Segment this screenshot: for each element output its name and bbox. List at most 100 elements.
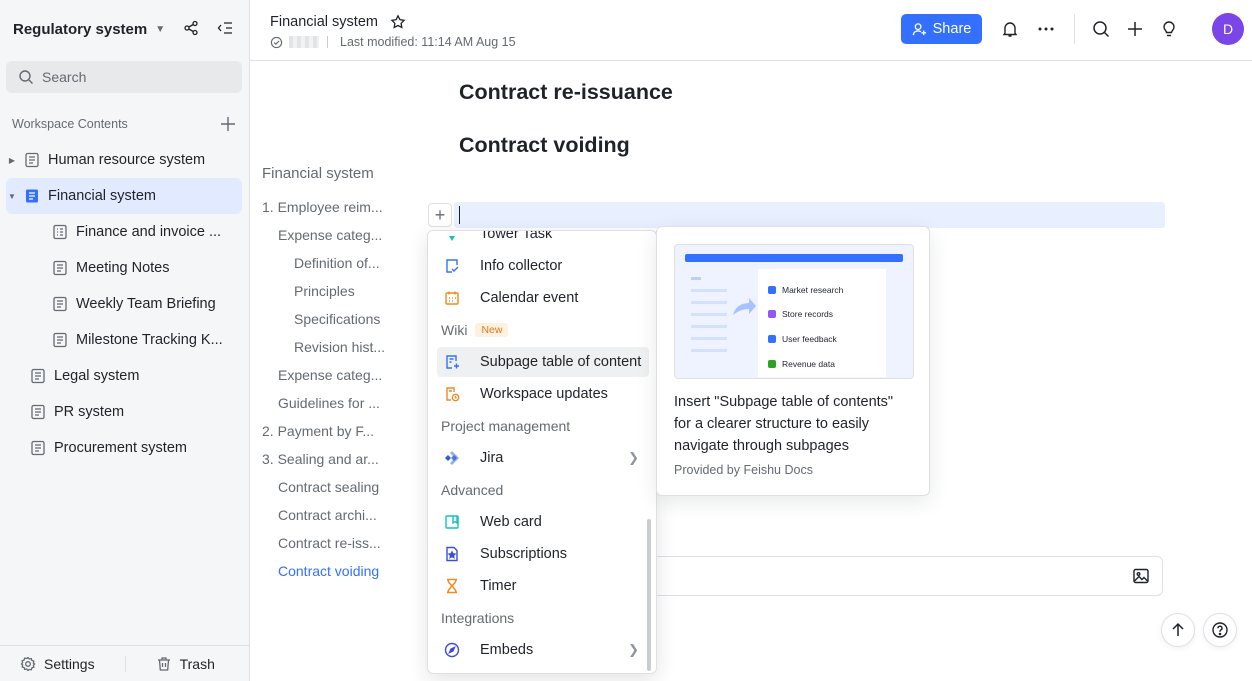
- menu-item-info-collector[interactable]: Info collector: [437, 251, 649, 281]
- share-nodes-icon[interactable]: [181, 18, 201, 38]
- workspace-switcher[interactable]: Regulatory system ▼: [13, 16, 165, 42]
- preview-illustration: Market research Store records User feedb…: [674, 244, 914, 379]
- outline-item[interactable]: 2. Payment by F...: [262, 417, 392, 445]
- menu-group-wiki: Wiki New: [441, 322, 509, 338]
- avatar[interactable]: D: [1212, 13, 1244, 45]
- settings-button[interactable]: Settings: [20, 656, 95, 672]
- preview-description: Insert "Subpage table of contents" for a…: [674, 394, 894, 454]
- scroll-top-button[interactable]: [1161, 613, 1195, 647]
- menu-item-jira[interactable]: Jira ❯: [437, 443, 649, 473]
- outline-item[interactable]: Contract archi...: [262, 501, 392, 529]
- insert-block-button[interactable]: +: [428, 203, 452, 227]
- preview-row: Revenue data: [768, 359, 835, 369]
- menu-item-label: Web card: [480, 514, 542, 530]
- plus-icon[interactable]: [1125, 19, 1145, 39]
- help-icon: [1212, 622, 1228, 638]
- jira-icon: [443, 449, 461, 467]
- tree-item-label: Milestone Tracking K...: [76, 332, 223, 348]
- doc-icon: [53, 296, 67, 312]
- outline-item[interactable]: Specifications: [262, 305, 392, 333]
- outline-item[interactable]: Contract sealing: [262, 473, 392, 501]
- trash-icon: [157, 656, 170, 671]
- workspace-title: Regulatory system: [13, 20, 148, 38]
- menu-item-workspace-updates[interactable]: Workspace updates: [437, 379, 649, 409]
- tree-item-financial[interactable]: ▼ Financial system: [6, 178, 242, 214]
- menu-item-tower-task[interactable]: Tower Task: [437, 230, 649, 249]
- tree-item-procurement[interactable]: Procurement system: [6, 430, 242, 466]
- insert-block-menu: Tower Task Info collector Calendar event…: [427, 230, 657, 674]
- preview-line: [691, 277, 701, 280]
- comment-input[interactable]: [650, 556, 1163, 596]
- outline-item[interactable]: Guidelines for ...: [262, 389, 392, 417]
- square-icon: [768, 335, 776, 343]
- menu-scrollbar[interactable]: [647, 519, 651, 671]
- add-page-icon[interactable]: [218, 114, 238, 134]
- tree-item-finance-invoice[interactable]: Finance and invoice ...: [6, 214, 242, 250]
- search-icon[interactable]: [1091, 19, 1111, 39]
- footer-divider: [124, 655, 126, 672]
- tree-item-pr[interactable]: PR system: [6, 394, 242, 430]
- tree-item-label: Human resource system: [48, 152, 206, 168]
- preview-line: [691, 325, 727, 328]
- collapse-sidebar-icon[interactable]: [215, 18, 235, 38]
- item-preview-card: Market research Store records User feedb…: [656, 226, 930, 496]
- outline-item[interactable]: Definition of...: [262, 249, 392, 277]
- menu-item-subpage-toc[interactable]: Subpage table of content: [437, 347, 649, 377]
- preview-source: Provided by Feishu Docs: [674, 463, 813, 477]
- menu-item-timer[interactable]: Timer: [437, 571, 649, 601]
- outline-item[interactable]: Contract re-iss...: [262, 529, 392, 557]
- outline-item[interactable]: Principles: [262, 277, 392, 305]
- text-cursor: [459, 206, 460, 224]
- trash-button[interactable]: Trash: [156, 656, 215, 672]
- share-button[interactable]: Share: [901, 14, 982, 44]
- active-block[interactable]: [454, 202, 1165, 228]
- heading-contract-reissuance[interactable]: Contract re-issuance: [459, 80, 673, 105]
- outline-item[interactable]: 1. Employee reim...: [262, 193, 392, 221]
- outline-item[interactable]: Revision hist...: [262, 333, 392, 361]
- menu-group-label: Integrations: [441, 610, 515, 626]
- bell-icon[interactable]: [1000, 19, 1020, 39]
- doc-icon: [25, 152, 39, 168]
- arrow-right-icon: [733, 298, 756, 315]
- help-button[interactable]: [1203, 613, 1237, 647]
- collapse-arrow-icon[interactable]: ▼: [6, 192, 18, 201]
- menu-item-label: Tower Task: [480, 230, 553, 242]
- tree-item-weekly-briefing[interactable]: Weekly Team Briefing: [6, 286, 242, 322]
- sidebar: Regulatory system ▼ Search Workspace Con…: [0, 0, 250, 681]
- redacted-author: [289, 36, 319, 48]
- expand-arrow-icon[interactable]: ▶: [6, 156, 18, 165]
- table-doc-icon: [53, 224, 67, 240]
- image-icon[interactable]: [1132, 567, 1150, 585]
- chevron-right-icon: ❯: [628, 450, 639, 465]
- outline-title[interactable]: Financial system: [262, 165, 392, 193]
- preview-line: [691, 349, 727, 352]
- menu-item-subscriptions[interactable]: Subscriptions: [437, 539, 649, 569]
- search-icon: [19, 70, 33, 84]
- tree-item-legal[interactable]: Legal system: [6, 358, 242, 394]
- more-icon[interactable]: [1036, 19, 1056, 39]
- caret-down-icon: ▼: [155, 23, 166, 35]
- preview-subpage-list: Market research Store records User feedb…: [758, 269, 886, 377]
- heading-contract-voiding[interactable]: Contract voiding: [459, 133, 630, 158]
- star-icon[interactable]: [388, 12, 408, 32]
- outline-item[interactable]: Expense categ...: [262, 361, 392, 389]
- menu-item-embeds[interactable]: Embeds ❯: [437, 635, 649, 665]
- search-input[interactable]: Search: [6, 61, 242, 93]
- tree-item-meeting-notes[interactable]: Meeting Notes: [6, 250, 242, 286]
- preview-row: User feedback: [768, 334, 837, 344]
- lightbulb-icon[interactable]: [1159, 19, 1179, 39]
- tree-item-milestone[interactable]: Milestone Tracking K...: [6, 322, 242, 358]
- menu-group-label: Project management: [441, 418, 571, 434]
- preview-line: [691, 289, 727, 292]
- menu-item-web-card[interactable]: Web card: [437, 507, 649, 537]
- meta-divider: [327, 36, 328, 48]
- doc-icon: [26, 189, 38, 203]
- menu-item-calendar-event[interactable]: Calendar event: [437, 283, 649, 313]
- subpage-toc-icon: [443, 353, 461, 371]
- outline-panel: Financial system 1. Employee reim... Exp…: [262, 160, 392, 585]
- tree-item-label: PR system: [54, 404, 125, 420]
- outline-item-current[interactable]: Contract voiding: [262, 557, 392, 585]
- outline-item[interactable]: Expense categ...: [262, 221, 392, 249]
- outline-item[interactable]: 3. Sealing and ar...: [262, 445, 392, 473]
- tree-item-human-resource[interactable]: ▶ Human resource system: [6, 142, 242, 178]
